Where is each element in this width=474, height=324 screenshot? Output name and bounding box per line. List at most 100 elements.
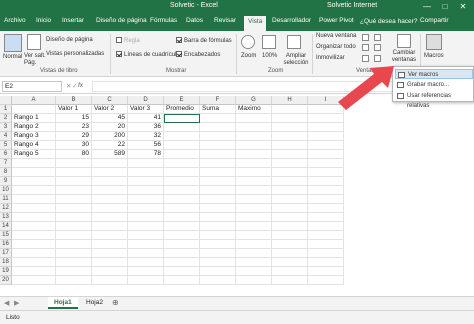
cell-H7[interactable] (272, 159, 308, 168)
cell-I12[interactable] (308, 204, 344, 213)
row-header-8[interactable]: 8 (0, 168, 12, 177)
cell-D18[interactable] (128, 258, 164, 267)
cell-G16[interactable] (236, 240, 272, 249)
cell-E6[interactable] (164, 150, 200, 159)
cell-B6[interactable]: 80 (56, 150, 92, 159)
cell-D16[interactable] (128, 240, 164, 249)
cell-H10[interactable] (272, 186, 308, 195)
minimize-icon[interactable]: — (420, 0, 434, 14)
cell-H2[interactable] (272, 114, 308, 123)
headings-checkbox[interactable]: Encabezados (176, 51, 220, 58)
cell-C5[interactable]: 22 (92, 141, 128, 150)
cell-A3[interactable]: Rango 2 (12, 123, 56, 132)
cell-F7[interactable] (200, 159, 236, 168)
cell-B20[interactable] (56, 276, 92, 285)
cell-E10[interactable] (164, 186, 200, 195)
cell-C9[interactable] (92, 177, 128, 186)
cell-B13[interactable] (56, 213, 92, 222)
cell-D3[interactable]: 36 (128, 123, 164, 132)
row-header-17[interactable]: 17 (0, 249, 12, 258)
new-window-button[interactable]: Nueva ventana (316, 33, 356, 39)
cell-F4[interactable] (200, 132, 236, 141)
cell-D17[interactable] (128, 249, 164, 258)
cell-H15[interactable] (272, 231, 308, 240)
cell-F19[interactable] (200, 267, 236, 276)
custom-views-button[interactable]: Vistas personalizadas (46, 51, 104, 57)
row-header-9[interactable]: 9 (0, 177, 12, 186)
fx-icon[interactable]: fx (78, 82, 83, 89)
cell-B4[interactable]: 29 (56, 132, 92, 141)
zoom-selection-label[interactable]: Ampliar selección (282, 53, 310, 67)
cell-A15[interactable] (12, 231, 56, 240)
cell-E14[interactable] (164, 222, 200, 231)
cell-H12[interactable] (272, 204, 308, 213)
cell-F16[interactable] (200, 240, 236, 249)
cell-G9[interactable] (236, 177, 272, 186)
tab-insertar[interactable]: Insertar (62, 17, 84, 24)
cell-I14[interactable] (308, 222, 344, 231)
cell-I16[interactable] (308, 240, 344, 249)
cell-C6[interactable]: 589 (92, 150, 128, 159)
cell-G17[interactable] (236, 249, 272, 258)
normal-view-label[interactable]: Normal (3, 54, 22, 60)
scroll-right-icon[interactable]: ▶ (14, 299, 19, 307)
sheet-tab-hoja1[interactable]: Hoja1 (48, 297, 78, 309)
row-header-11[interactable]: 11 (0, 195, 12, 204)
tab-desarrollador[interactable]: Desarrollador (272, 17, 311, 24)
cell-F11[interactable] (200, 195, 236, 204)
cell-G3[interactable] (236, 123, 272, 132)
cell-E16[interactable] (164, 240, 200, 249)
cell-E2[interactable] (164, 114, 200, 123)
cell-E20[interactable] (164, 276, 200, 285)
cell-D7[interactable] (128, 159, 164, 168)
cell-E5[interactable] (164, 141, 200, 150)
row-header-2[interactable]: 2 (0, 114, 12, 123)
cell-E11[interactable] (164, 195, 200, 204)
cell-B10[interactable] (56, 186, 92, 195)
cell-F17[interactable] (200, 249, 236, 258)
cell-E9[interactable] (164, 177, 200, 186)
cell-D9[interactable] (128, 177, 164, 186)
cell-A14[interactable] (12, 222, 56, 231)
cell-H14[interactable] (272, 222, 308, 231)
cell-A1[interactable] (12, 105, 56, 114)
cell-H11[interactable] (272, 195, 308, 204)
cell-C20[interactable] (92, 276, 128, 285)
cell-A4[interactable]: Rango 3 (12, 132, 56, 141)
cell-C7[interactable] (92, 159, 128, 168)
zoom-selection-icon[interactable] (287, 35, 301, 49)
enter-icon[interactable]: ✓ (72, 82, 77, 90)
cell-A8[interactable] (12, 168, 56, 177)
row-header-15[interactable]: 15 (0, 231, 12, 240)
cell-B19[interactable] (56, 267, 92, 276)
cell-C17[interactable] (92, 249, 128, 258)
cell-F9[interactable] (200, 177, 236, 186)
cell-E17[interactable] (164, 249, 200, 258)
cell-G4[interactable] (236, 132, 272, 141)
cell-F5[interactable] (200, 141, 236, 150)
cell-F15[interactable] (200, 231, 236, 240)
row-header-6[interactable]: 6 (0, 150, 12, 159)
cell-E13[interactable] (164, 213, 200, 222)
cell-G8[interactable] (236, 168, 272, 177)
cell-G19[interactable] (236, 267, 272, 276)
cell-H18[interactable] (272, 258, 308, 267)
macros-button-label[interactable]: Macros (424, 53, 444, 59)
share-button[interactable]: Compartir (420, 17, 449, 24)
cell-H4[interactable] (272, 132, 308, 141)
cell-H20[interactable] (272, 276, 308, 285)
cell-E4[interactable] (164, 132, 200, 141)
formula-bar-checkbox[interactable]: Barra de fórmulas (176, 37, 232, 44)
gridlines-checkbox[interactable]: Líneas de cuadrícula (116, 51, 180, 58)
cell-C14[interactable] (92, 222, 128, 231)
cell-A19[interactable] (12, 267, 56, 276)
macros-icon[interactable] (426, 34, 442, 50)
zoom-100-label[interactable]: 100% (262, 53, 277, 59)
row-header-19[interactable]: 19 (0, 267, 12, 276)
cell-G20[interactable] (236, 276, 272, 285)
cell-B7[interactable] (56, 159, 92, 168)
cell-A2[interactable]: Rango 1 (12, 114, 56, 123)
cell-E3[interactable] (164, 123, 200, 132)
arrange-all-button[interactable]: Organizar todo (316, 44, 356, 50)
row-header-13[interactable]: 13 (0, 213, 12, 222)
